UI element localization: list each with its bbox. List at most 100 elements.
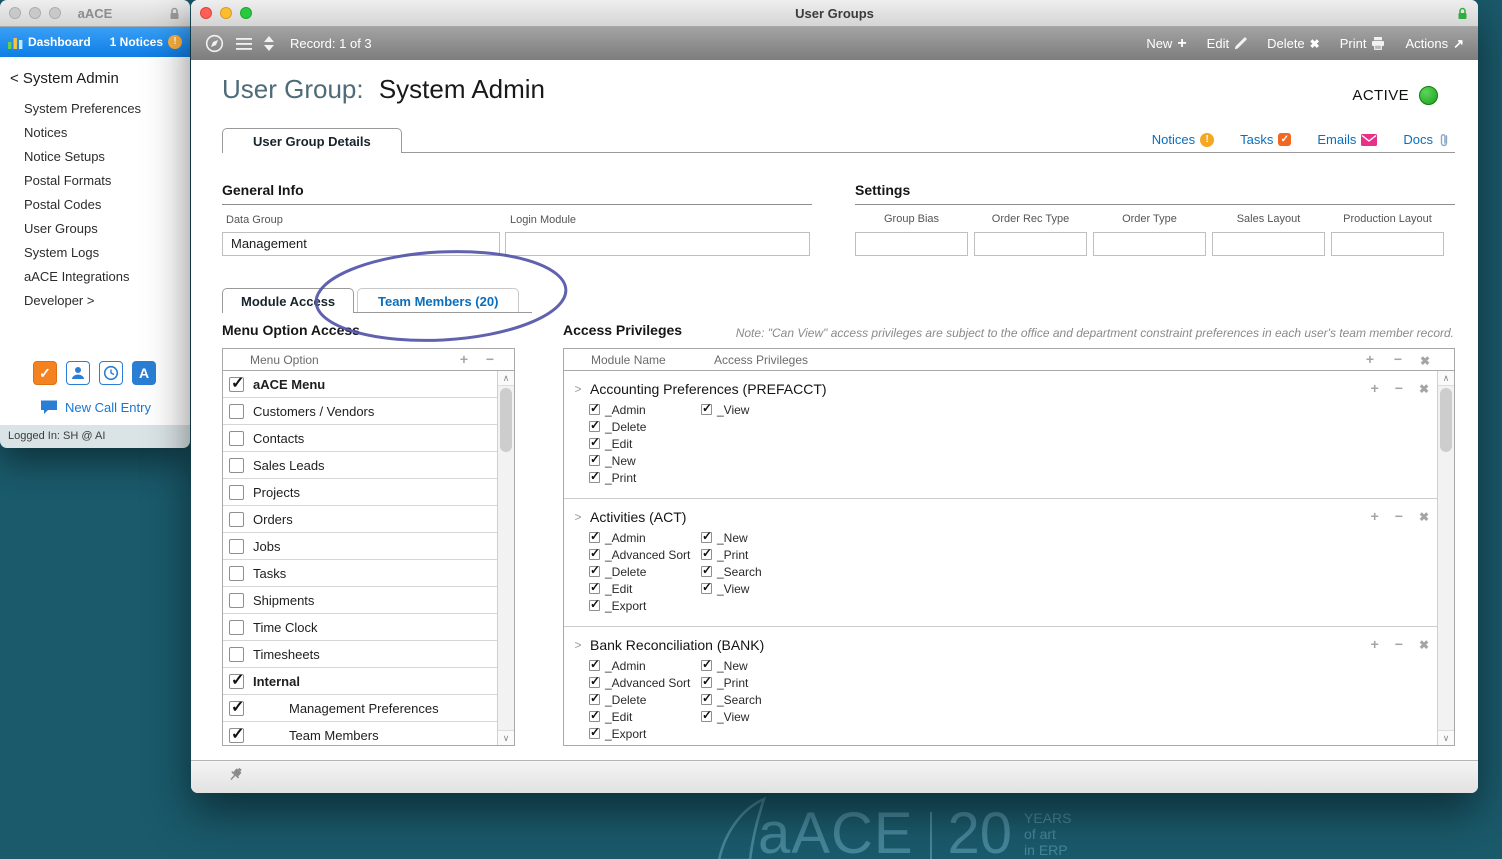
menu-option-row-internal[interactable]: ✓ Internal: [223, 668, 497, 695]
privilege-checkbox[interactable]: ✓: [589, 529, 600, 543]
privilege-view[interactable]: ✓ _View: [701, 580, 762, 597]
privilege-view[interactable]: ✓ _View: [701, 708, 762, 725]
sidebar-item-postal-codes[interactable]: Postal Codes: [0, 192, 190, 216]
add-privilege-button[interactable]: +: [1371, 636, 1379, 652]
privilege-checkbox[interactable]: ✓: [589, 418, 600, 432]
privilege-checkbox[interactable]: ✓: [701, 529, 712, 543]
scrollbar-thumb[interactable]: [1440, 388, 1452, 452]
privilege-export[interactable]: ✓ _Export: [589, 597, 701, 614]
menu-option-row-customers-vendors[interactable]: ✓ Customers / Vendors: [223, 398, 497, 425]
settings-field-order-rec-type[interactable]: [974, 232, 1087, 256]
scrollbar-thumb[interactable]: [500, 388, 512, 452]
settings-field-sales-layout[interactable]: [1212, 232, 1325, 256]
minimize-window-button[interactable]: [220, 7, 232, 19]
privilege-admin[interactable]: ✓ _Admin: [589, 529, 701, 546]
menu-option-checkbox[interactable]: ✓: [229, 457, 244, 473]
privilege-checkbox[interactable]: ✓: [589, 580, 600, 594]
add-privilege-button[interactable]: +: [1371, 508, 1379, 524]
delete-module-button[interactable]: ✖: [1419, 636, 1429, 652]
notices-link[interactable]: Notices !: [1152, 132, 1215, 147]
sidebar-item-user-groups[interactable]: User Groups: [0, 216, 190, 240]
window-titlebar[interactable]: User Groups: [191, 0, 1478, 27]
next-record-icon[interactable]: [264, 45, 274, 51]
pin-icon[interactable]: [227, 766, 244, 788]
scroll-down-button[interactable]: ∨: [498, 730, 514, 745]
delete-module-button[interactable]: ✖: [1419, 380, 1429, 396]
scroll-up-button[interactable]: ∧: [498, 371, 514, 386]
privilege-print[interactable]: ✓ _Print: [701, 674, 762, 691]
dashboard-link[interactable]: Dashboard: [8, 35, 91, 49]
privilege-checkbox[interactable]: ✓: [701, 580, 712, 594]
system-admin-back-link[interactable]: < System Admin: [0, 57, 190, 96]
menu-option-row-shipments[interactable]: ✓ Shipments: [223, 587, 497, 614]
tab-team-members[interactable]: Team Members (20): [357, 288, 520, 313]
actions-button[interactable]: Actions ↗: [1405, 36, 1464, 52]
settings-field-group-bias[interactable]: [855, 232, 968, 256]
privilege-delete[interactable]: ✓ _Delete: [589, 691, 701, 708]
notices-badge[interactable]: 1 Notices !: [110, 35, 182, 49]
privilege-checkbox[interactable]: ✓: [701, 401, 712, 415]
privilege-delete[interactable]: ✓ _Delete: [589, 418, 701, 435]
privilege-checkbox[interactable]: ✓: [701, 691, 712, 705]
sidebar-item-system-logs[interactable]: System Logs: [0, 240, 190, 264]
privilege-checkbox[interactable]: ✓: [589, 401, 600, 415]
scroll-up-button[interactable]: ∧: [1438, 371, 1454, 386]
print-button[interactable]: Print: [1340, 36, 1386, 51]
close-window-button[interactable]: [9, 7, 21, 19]
data-group-field[interactable]: Management: [222, 232, 500, 256]
active-status-dot[interactable]: [1419, 86, 1438, 105]
record-stepper[interactable]: [264, 36, 274, 51]
privilege-edit[interactable]: ✓ _Edit: [589, 708, 701, 725]
menu-option-row-timesheets[interactable]: ✓ Timesheets: [223, 641, 497, 668]
menu-option-row-sales-leads[interactable]: ✓ Sales Leads: [223, 452, 497, 479]
disclosure-arrow-icon[interactable]: >: [570, 382, 586, 396]
privileges-scrollbar[interactable]: ∧ ∨: [1437, 371, 1454, 745]
menu-option-checkbox[interactable]: ✓: [229, 538, 244, 554]
privilege-checkbox[interactable]: ✓: [589, 708, 600, 722]
menu-option-row-team-members[interactable]: ✓ Team Members: [223, 722, 497, 745]
close-window-button[interactable]: [200, 7, 212, 19]
remove-menu-option-button[interactable]: −: [486, 351, 494, 367]
contacts-icon[interactable]: [66, 361, 90, 385]
disclosure-arrow-icon[interactable]: >: [570, 510, 586, 524]
privilege-print[interactable]: ✓ _Print: [589, 469, 701, 486]
compass-icon[interactable]: [205, 34, 224, 53]
menu-option-row-aace-menu[interactable]: ✓ aACE Menu: [223, 371, 497, 398]
privilege-export[interactable]: ✓ _Export: [589, 725, 701, 742]
previous-record-icon[interactable]: [264, 36, 274, 42]
new-call-entry-link[interactable]: New Call Entry: [40, 399, 151, 415]
privilege-checkbox[interactable]: ✓: [589, 546, 600, 560]
privilege-checkbox[interactable]: ✓: [701, 563, 712, 577]
tasks-icon[interactable]: ✓: [33, 361, 57, 385]
zoom-window-button[interactable]: [49, 7, 61, 19]
sidebar-item-aace-integrations[interactable]: aACE Integrations: [0, 264, 190, 288]
sidebar-item-developer[interactable]: Developer >: [0, 288, 190, 312]
privilege-checkbox[interactable]: ✓: [589, 691, 600, 705]
menu-option-checkbox[interactable]: ✓: [229, 592, 244, 608]
sidebar-item-postal-formats[interactable]: Postal Formats: [0, 168, 190, 192]
sidebar-titlebar[interactable]: aACE: [0, 0, 190, 27]
privilege-advanced-sort[interactable]: ✓ _Advanced Sort: [589, 674, 701, 691]
privilege-admin[interactable]: ✓ _Admin: [589, 657, 701, 674]
privilege-search[interactable]: ✓ _Search: [701, 691, 762, 708]
privilege-new[interactable]: ✓ _New: [589, 452, 701, 469]
delete-module-button[interactable]: ✖: [1419, 508, 1429, 524]
privilege-edit[interactable]: ✓ _Edit: [589, 435, 701, 452]
settings-field-order-type[interactable]: [1093, 232, 1206, 256]
privilege-edit[interactable]: ✓ _Edit: [589, 580, 701, 597]
privilege-delete[interactable]: ✓ _Delete: [589, 563, 701, 580]
menu-option-checkbox[interactable]: ✓: [229, 403, 244, 419]
settings-field-production-layout[interactable]: [1331, 232, 1444, 256]
privilege-view[interactable]: ✓ _View: [701, 401, 749, 418]
privilege-print[interactable]: ✓ _Print: [701, 546, 762, 563]
privilege-checkbox[interactable]: ✓: [701, 674, 712, 688]
login-module-field[interactable]: [505, 232, 810, 256]
menu-option-checkbox[interactable]: ✓: [229, 726, 244, 743]
sidebar-item-notices[interactable]: Notices: [0, 120, 190, 144]
menu-option-checkbox[interactable]: ✓: [229, 565, 244, 581]
privilege-checkbox[interactable]: ✓: [701, 546, 712, 560]
remove-module-button[interactable]: −: [1394, 351, 1402, 367]
menu-option-row-jobs[interactable]: ✓ Jobs: [223, 533, 497, 560]
add-module-button[interactable]: +: [1366, 351, 1374, 367]
tasks-link[interactable]: Tasks ✓: [1240, 132, 1292, 147]
